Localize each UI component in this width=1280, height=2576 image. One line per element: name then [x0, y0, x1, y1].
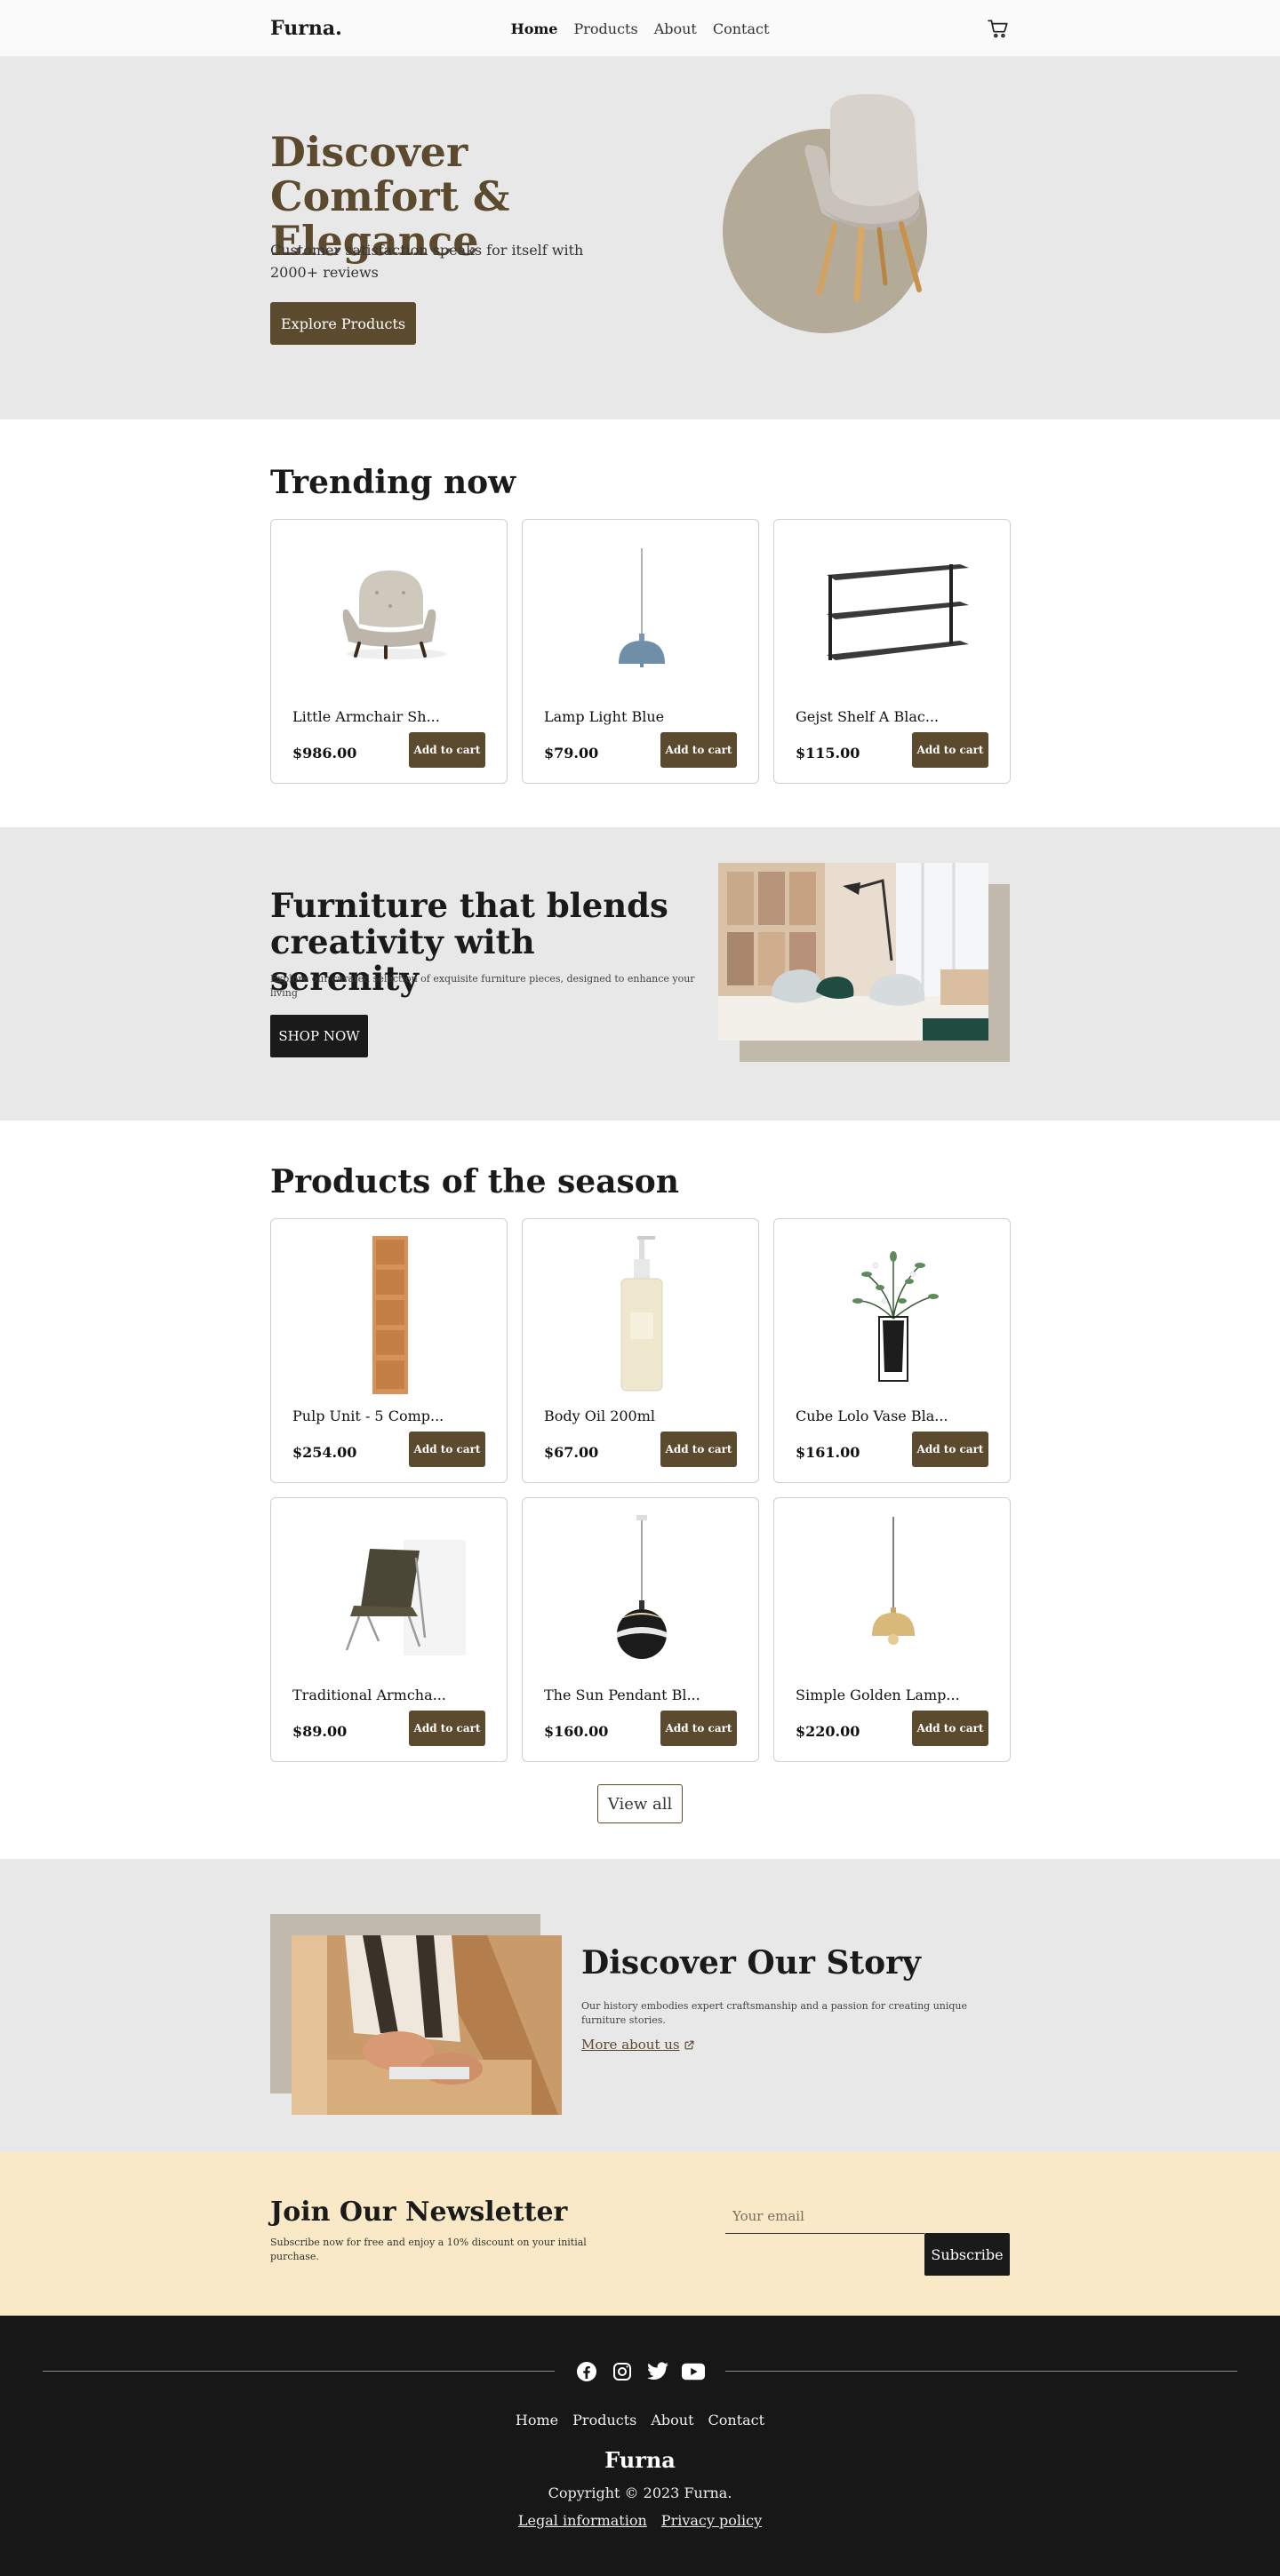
product-price: $161.00	[796, 1444, 860, 1461]
product-card[interactable]: Lamp Light Blue $79.00 Add to cart	[522, 519, 759, 784]
footer-divider	[43, 2371, 555, 2372]
nav-link-home[interactable]: Home	[511, 20, 558, 37]
shelf-image	[792, 530, 994, 699]
product-price: $79.00	[544, 745, 599, 762]
promo-banner: Furniture that blends creativity with se…	[0, 827, 1280, 1121]
product-name[interactable]: Little Armchair Sh...	[292, 708, 440, 725]
add-to-cart-button[interactable]: Add to cart	[912, 732, 988, 768]
product-price: $67.00	[544, 1444, 599, 1461]
add-to-cart-button[interactable]: Add to cart	[912, 1711, 988, 1746]
subscribe-button[interactable]: Subscribe	[924, 2233, 1010, 2276]
legal-information-link[interactable]: Legal information	[518, 2512, 647, 2529]
facebook-icon[interactable]	[575, 2360, 598, 2383]
add-to-cart-button[interactable]: Add to cart	[660, 1711, 737, 1746]
sphere-pendant-image	[540, 1509, 742, 1678]
footer-nav: Home Products About Contact	[516, 2412, 764, 2428]
top-navbar: Furna. Home Products About Contact	[0, 0, 1280, 57]
external-link-icon	[684, 2040, 694, 2049]
product-card[interactable]: Simple Golden Lamp... $220.00 Add to car…	[773, 1497, 1011, 1762]
nav-link-about[interactable]: About	[654, 20, 697, 37]
product-name[interactable]: Simple Golden Lamp...	[796, 1687, 960, 1703]
product-price: $89.00	[292, 1723, 348, 1740]
product-card[interactable]: The Sun Pendant Bl... $160.00 Add to car…	[522, 1497, 759, 1762]
cart-icon[interactable]	[987, 17, 1010, 40]
newsletter-subtitle: Subscribe now for free and enjoy a 10% d…	[270, 2237, 587, 2262]
newsletter-section: Join Our Newsletter Subscribe now for fr…	[0, 2152, 1280, 2316]
instagram-icon[interactable]	[611, 2360, 634, 2383]
product-name[interactable]: Pulp Unit - 5 Comp...	[292, 1408, 444, 1424]
product-card[interactable]: Body Oil 200ml $67.00 Add to cart	[522, 1218, 759, 1483]
product-price: $254.00	[292, 1444, 357, 1461]
product-name[interactable]: Body Oil 200ml	[544, 1408, 655, 1424]
add-to-cart-button[interactable]: Add to cart	[660, 732, 737, 768]
story-section: Discover Our Story Our history embodies …	[0, 1859, 1280, 2152]
view-all-button[interactable]: View all	[597, 1784, 683, 1823]
interior-photo	[718, 863, 988, 1041]
twitter-icon[interactable]	[646, 2360, 669, 2383]
story-title: Discover Our Story	[581, 1944, 921, 1982]
youtube-icon[interactable]	[682, 2360, 705, 2383]
product-name[interactable]: The Sun Pendant Bl...	[544, 1687, 700, 1703]
add-to-cart-button[interactable]: Add to cart	[409, 732, 485, 768]
hero-section: Discover Comfort & Elegance Customer sat…	[0, 57, 1280, 419]
trending-title: Trending now	[270, 464, 516, 501]
footer-logo[interactable]: Furna	[604, 2447, 676, 2473]
legal-links: Legal information Privacy policy	[518, 2512, 762, 2529]
newsletter-title: Join Our Newsletter	[270, 2197, 568, 2228]
product-card[interactable]: Cube Lolo Vase Bla... $161.00 Add to car…	[773, 1218, 1011, 1483]
season-title: Products of the season	[270, 1163, 679, 1200]
main-nav: Home Products About Contact	[511, 20, 770, 37]
site-logo[interactable]: Furna.	[270, 17, 342, 40]
add-to-cart-button[interactable]: Add to cart	[912, 1432, 988, 1467]
social-links	[575, 2360, 705, 2383]
footer-link-products[interactable]: Products	[572, 2412, 636, 2428]
site-footer: Home Products About Contact Furna Copyri…	[0, 2316, 1280, 2576]
copyright-text: Copyright © 2023 Furna.	[548, 2484, 732, 2501]
more-about-us-label: More about us	[581, 2037, 680, 2053]
promo-subtitle: Explore our curated selection of exquisi…	[270, 973, 695, 999]
explore-products-button[interactable]: Explore Products	[270, 302, 417, 345]
bottle-image	[540, 1230, 742, 1399]
add-to-cart-button[interactable]: Add to cart	[660, 1432, 737, 1467]
bookcase-image	[289, 1230, 491, 1399]
hero-subtitle: Customer satisfaction speaks for itself …	[270, 242, 584, 281]
craftsman-photo	[292, 1935, 562, 2115]
armchair-image	[289, 530, 491, 699]
footer-link-about[interactable]: About	[651, 2412, 693, 2428]
trending-section: Trending now Little Armchair Sh... $986.…	[0, 419, 1280, 827]
privacy-policy-link[interactable]: Privacy policy	[661, 2512, 762, 2529]
product-name[interactable]: Cube Lolo Vase Bla...	[796, 1408, 948, 1424]
vase-image	[792, 1230, 994, 1399]
more-about-us-link[interactable]: More about us	[581, 2037, 695, 2053]
add-to-cart-button[interactable]: Add to cart	[409, 1432, 485, 1467]
footer-link-home[interactable]: Home	[516, 2412, 558, 2428]
product-name[interactable]: Gejst Shelf A Blac...	[796, 708, 939, 725]
lounge-chair-image	[289, 1509, 491, 1678]
product-name[interactable]: Traditional Armcha...	[292, 1687, 446, 1703]
shop-now-button[interactable]: SHOP NOW	[270, 1015, 368, 1057]
product-price: $220.00	[796, 1723, 860, 1740]
pendant-lamp-image	[540, 530, 742, 699]
season-section: Products of the season Pulp Unit - 5 Com…	[0, 1121, 1280, 1859]
product-price: $115.00	[796, 745, 860, 762]
product-price: $160.00	[544, 1723, 609, 1740]
golden-lamp-image	[792, 1509, 994, 1678]
footer-divider	[725, 2371, 1237, 2372]
story-subtitle: Our history embodies expert craftsmanshi…	[581, 2000, 968, 2026]
footer-link-contact[interactable]: Contact	[708, 2412, 765, 2428]
product-price: $986.00	[292, 745, 357, 762]
product-card[interactable]: Pulp Unit - 5 Comp... $254.00 Add to car…	[270, 1218, 508, 1483]
product-card[interactable]: Gejst Shelf A Blac... $115.00 Add to car…	[773, 519, 1011, 784]
product-card[interactable]: Little Armchair Sh... $986.00 Add to car…	[270, 519, 508, 784]
email-input[interactable]	[725, 2198, 924, 2234]
nav-link-contact[interactable]: Contact	[713, 20, 770, 37]
add-to-cart-button[interactable]: Add to cart	[409, 1711, 485, 1746]
product-name[interactable]: Lamp Light Blue	[544, 708, 664, 725]
nav-link-products[interactable]: Products	[573, 20, 637, 37]
product-card[interactable]: Traditional Armcha... $89.00 Add to cart	[270, 1497, 508, 1762]
armchair-image	[804, 93, 922, 302]
